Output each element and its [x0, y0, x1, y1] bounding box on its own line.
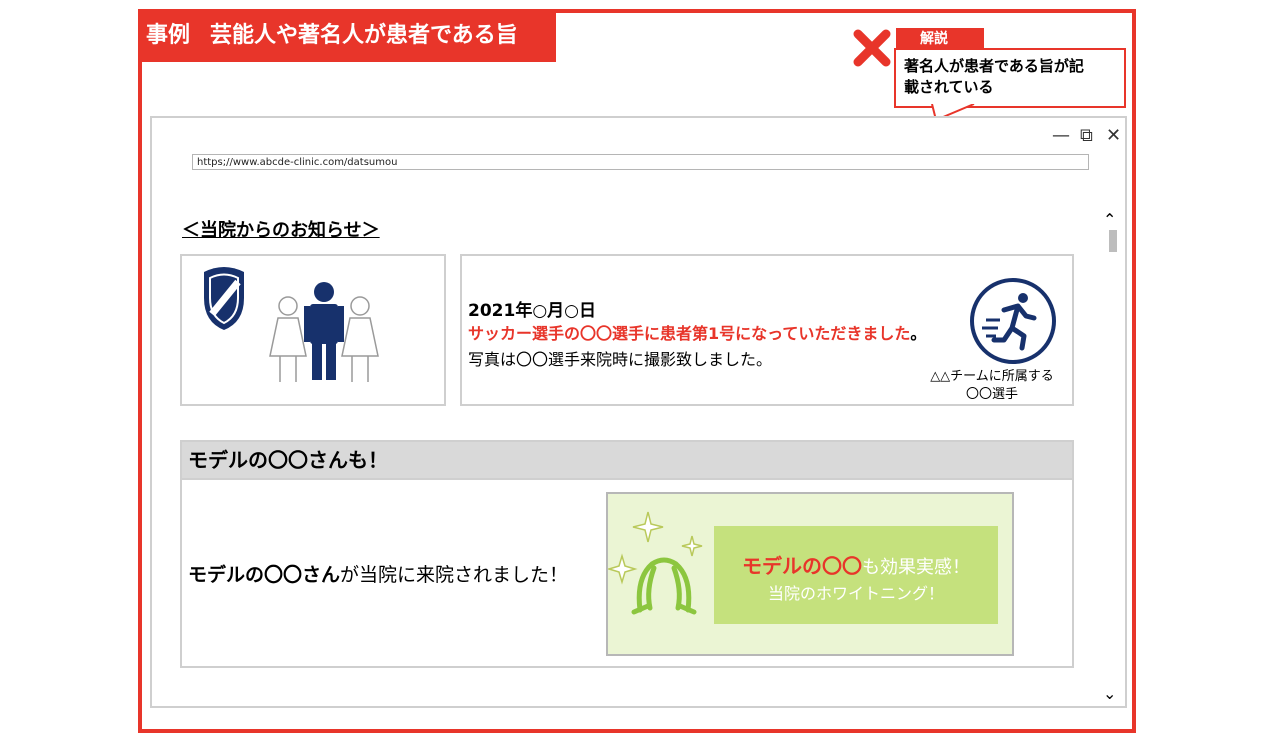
hair-icon — [631, 557, 697, 615]
explanation-callout: 著名人が患者である旨が記 載されている — [894, 48, 1126, 108]
model-section-heading: モデルの〇〇さんも！ — [180, 440, 1074, 480]
caption-line-2: 〇〇選手 — [965, 387, 1018, 402]
people-icon — [269, 282, 379, 382]
example-label: 事例 — [146, 23, 191, 48]
sparkle-icon — [608, 511, 703, 585]
restore-button[interactable]: ⧉ — [1080, 126, 1093, 146]
explanation-line-2: 載されている — [904, 78, 994, 96]
news-date: 2021年○月○日 — [468, 301, 596, 321]
scroll-down-icon[interactable]: ⌄ — [1103, 684, 1116, 703]
browser-window: — ⧉ ✕ https;//www.abcde-clinic.com/datsu… — [150, 116, 1127, 708]
example-title: 芸能人や著名人が患者である旨 — [210, 23, 518, 48]
close-button[interactable]: ✕ — [1106, 126, 1121, 146]
model-visit-rest: が当院に来院されました！ — [340, 564, 569, 586]
promo-model-name: モデルの〇〇 — [742, 554, 862, 578]
image-box — [180, 254, 446, 406]
news-box: 2021年○月○日 サッカー選手の〇〇選手に患者第1号になっていただきました。 … — [460, 254, 1074, 406]
news-body: 写真は〇〇選手来院時に撮影致しました。 — [468, 350, 773, 369]
promo-banner: モデルの〇〇も効果実感！ 当院のホワイトニング！ — [606, 492, 1014, 656]
model-name: モデルの〇〇さん — [188, 564, 341, 586]
news-highlight-end: 。 — [910, 324, 927, 343]
sparkle-hair-icon — [608, 511, 703, 615]
notice-heading: ＜当院からのお知らせ＞ — [182, 220, 380, 241]
explanation-tag: 解説 — [896, 28, 984, 50]
photo-caption: △△チームに所属する 〇〇選手 — [912, 368, 1072, 404]
promo-message-box: モデルの〇〇も効果実感！ 当院のホワイトニング！ — [714, 526, 998, 624]
scrollbar-thumb[interactable] — [1109, 230, 1117, 252]
caption-line-1: △△チームに所属する — [930, 369, 1054, 384]
model-section-body: モデルの〇〇さんが当院に来院されました！ モデルの〇〇も効果実感！ 当院のホワイ… — [180, 478, 1074, 668]
address-bar[interactable]: https;//www.abcde-clinic.com/datsumou — [192, 154, 1089, 170]
news-highlight: サッカー選手の〇〇選手に患者第1号になっていただきました。 — [468, 320, 926, 344]
promo-line-2: 当院のホワイトニング！ — [767, 584, 944, 603]
promo-line-1: モデルの〇〇も効果実感！ — [714, 550, 998, 579]
minimize-button[interactable]: — — [1052, 126, 1070, 146]
explanation-line-1: 著名人が患者である旨が記 — [904, 57, 1084, 75]
shield-people-illustration — [204, 267, 379, 382]
scroll-up-icon[interactable]: ⌃ — [1103, 210, 1116, 229]
model-visit-text: モデルの〇〇さんが当院に来院されました！ — [188, 560, 568, 587]
shield-icon — [204, 267, 244, 330]
promo-effect-text: も効果実感！ — [862, 557, 970, 578]
runner-icon — [970, 278, 1056, 364]
news-highlight-text: サッカー選手の〇〇選手に患者第1号になっていただきました — [468, 324, 911, 343]
cross-icon — [853, 29, 891, 67]
example-title-bar: 事例 芸能人や著名人が患者である旨 — [138, 9, 556, 62]
